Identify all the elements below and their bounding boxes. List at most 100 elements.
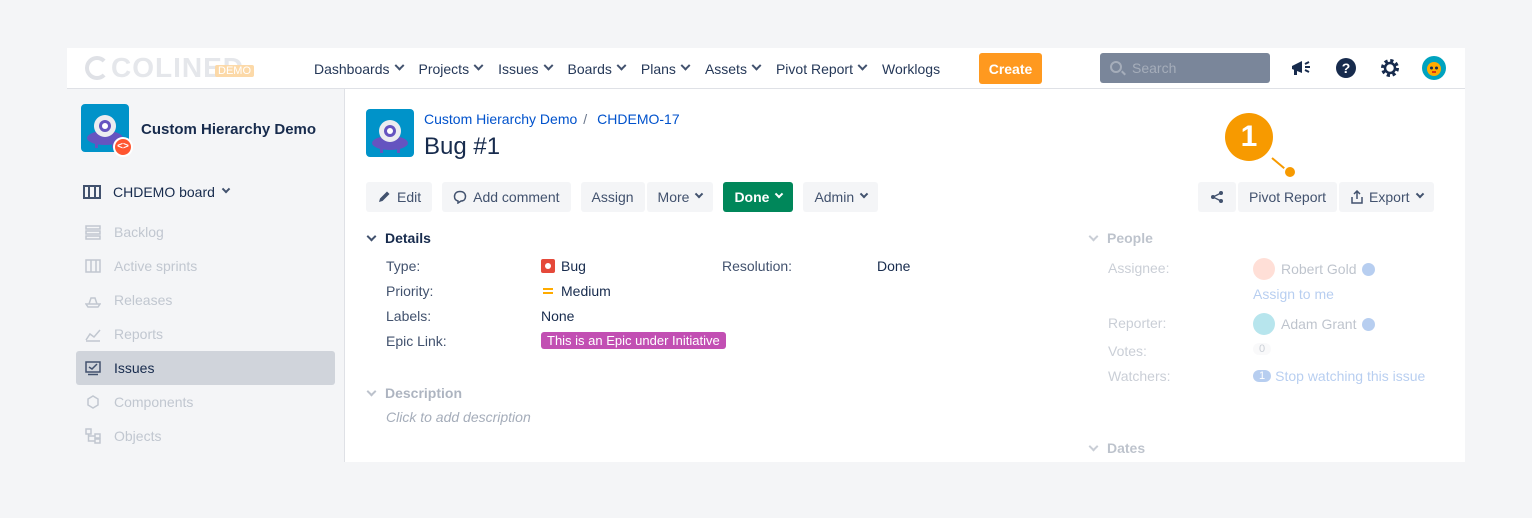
nav-item-plans[interactable]: Plans — [641, 60, 691, 77]
people-section-toggle[interactable]: People — [1088, 230, 1153, 246]
sidebar-item-backlog[interactable]: Backlog — [76, 215, 335, 249]
more-button[interactable]: More — [646, 182, 714, 212]
sidebar-item-objects[interactable]: Objects — [76, 419, 335, 453]
comment-icon — [453, 190, 467, 204]
info-icon[interactable] — [1362, 262, 1376, 276]
sidebar-item-label: Active sprints — [114, 258, 198, 274]
issue-toolbar: Edit Add comment Assign More Done Admin — [366, 182, 888, 212]
stop-watching-link[interactable]: Stop watching this issue — [1275, 368, 1425, 384]
sidebar-item-components[interactable]: Components — [76, 385, 335, 419]
chevron-down-icon — [221, 184, 231, 194]
step-callout: 1 — [1225, 113, 1273, 161]
status-done-button[interactable]: Done — [723, 182, 794, 212]
nav-item-assets[interactable]: Assets — [704, 60, 762, 77]
nav-item-pivot-report[interactable]: Pivot Report — [775, 60, 868, 77]
assignee-value[interactable]: Robert Gold — [1253, 258, 1376, 280]
export-button[interactable]: Export — [1339, 182, 1434, 212]
board-label: CHDEMO board — [113, 184, 215, 200]
help-icon[interactable]: ? — [1334, 56, 1358, 80]
priority-medium-icon — [543, 288, 553, 294]
export-label: Export — [1369, 189, 1410, 205]
assign-button[interactable]: Assign — [580, 182, 645, 212]
sidebar-item-active-sprints[interactable]: Active sprints — [76, 249, 335, 283]
user-avatar[interactable] — [1422, 56, 1446, 80]
description-section-toggle[interactable]: Description — [366, 385, 463, 401]
breadcrumb-project-link[interactable]: Custom Hierarchy Demo — [424, 111, 577, 127]
pencil-icon — [379, 191, 390, 202]
logo-badge: DEMO — [215, 65, 254, 77]
issues-icon — [84, 359, 102, 377]
releases-icon — [84, 291, 102, 309]
watchers-count: 1 — [1253, 370, 1272, 382]
share-button[interactable] — [1198, 182, 1236, 212]
chevron-down-icon — [695, 189, 704, 199]
description-placeholder[interactable]: Click to add description — [386, 409, 531, 425]
assign-to-me-link[interactable]: Assign to me — [1253, 286, 1334, 302]
people-heading: People — [1107, 230, 1153, 246]
nav-item-label: Pivot Report — [775, 60, 853, 77]
admin-button[interactable]: Admin — [803, 182, 879, 212]
nav-item-boards[interactable]: Boards — [568, 60, 627, 77]
export-icon — [1351, 190, 1363, 204]
assignee-name: Robert Gold — [1281, 261, 1357, 277]
add-comment-button[interactable]: Add comment — [442, 182, 571, 212]
sidebar-item-reports[interactable]: Reports — [76, 317, 335, 351]
gear-icon[interactable] — [1378, 56, 1402, 80]
add-comment-label: Add comment — [473, 189, 560, 205]
chevron-down-icon — [543, 60, 553, 71]
watchers-value[interactable]: 1 Stop watching this issue — [1253, 368, 1425, 384]
type-value: Bug — [541, 258, 586, 274]
nav-item-projects[interactable]: Projects — [419, 61, 484, 77]
chevron-down-icon — [775, 189, 784, 199]
sidebar-item-releases[interactable]: Releases — [76, 283, 335, 317]
chevron-down-icon — [394, 60, 404, 71]
code-badge-icon: <> — [113, 137, 133, 157]
issue-toolbar-right: Pivot Report Export — [1198, 182, 1434, 212]
epic-link-value[interactable]: This is an Epic under Initiative — [541, 332, 726, 349]
logo-mark-icon — [85, 56, 109, 80]
status-label: Done — [734, 189, 770, 205]
details-section-toggle[interactable]: Details — [366, 230, 431, 246]
edit-label: Edit — [397, 189, 422, 205]
nav-item-worklogs[interactable]: Worklogs — [882, 61, 940, 77]
edit-button[interactable]: Edit — [366, 182, 433, 212]
search-input[interactable]: Search — [1100, 53, 1270, 83]
share-icon — [1211, 191, 1223, 203]
project-avatar[interactable] — [366, 109, 414, 157]
nav-item-label: Issues — [498, 60, 539, 77]
sidebar-item-issues[interactable]: Issues — [76, 351, 335, 385]
sidebar-item-label: Components — [114, 394, 194, 410]
chevron-down-icon — [680, 60, 691, 71]
project-name[interactable]: Custom Hierarchy Demo — [141, 121, 316, 138]
info-icon[interactable] — [1362, 317, 1376, 331]
issue-title[interactable]: Bug #1 — [424, 133, 500, 161]
epic-lozenge[interactable]: This is an Epic under Initiative — [541, 332, 726, 349]
breadcrumb-issue-key-link[interactable]: CHDEMO-17 — [597, 111, 679, 127]
votes-value[interactable]: 0 — [1253, 343, 1272, 355]
create-button[interactable]: Create — [979, 53, 1042, 84]
resolution-value: Done — [877, 258, 911, 274]
board-selector[interactable]: CHDEMO board — [83, 182, 231, 202]
sidebar-item-label: Objects — [114, 428, 162, 444]
nav-item-issues[interactable]: Issues — [498, 60, 553, 77]
sidebar-item-label: Reports — [114, 326, 164, 342]
pivot-report-button[interactable]: Pivot Report — [1238, 182, 1338, 212]
app-frame: COLINED DEMO Dashboards Projects Issues … — [67, 48, 1465, 462]
type-value-text: Bug — [561, 258, 586, 274]
watchers-label: Watchers: — [1108, 368, 1171, 384]
labels-value[interactable]: None — [541, 308, 574, 324]
nav-item-dashboards[interactable]: Dashboards — [314, 60, 404, 77]
votes-count: 0 — [1253, 343, 1272, 355]
description-heading: Description — [385, 385, 463, 401]
priority-value-text: Medium — [561, 283, 611, 299]
chevron-down-icon — [616, 60, 627, 71]
reporter-value[interactable]: Adam Grant — [1253, 313, 1376, 335]
nav-item-label: Assets — [704, 60, 747, 77]
dates-section-toggle[interactable]: Dates — [1088, 440, 1145, 456]
bug-icon — [541, 259, 555, 273]
epic-link-label: Epic Link: — [386, 333, 447, 349]
breadcrumb-separator: / — [583, 111, 588, 127]
nav-menu: Dashboards Projects Issues Boards Plans … — [314, 48, 956, 89]
announcement-icon[interactable] — [1289, 56, 1313, 80]
priority-label: Priority: — [386, 283, 434, 299]
